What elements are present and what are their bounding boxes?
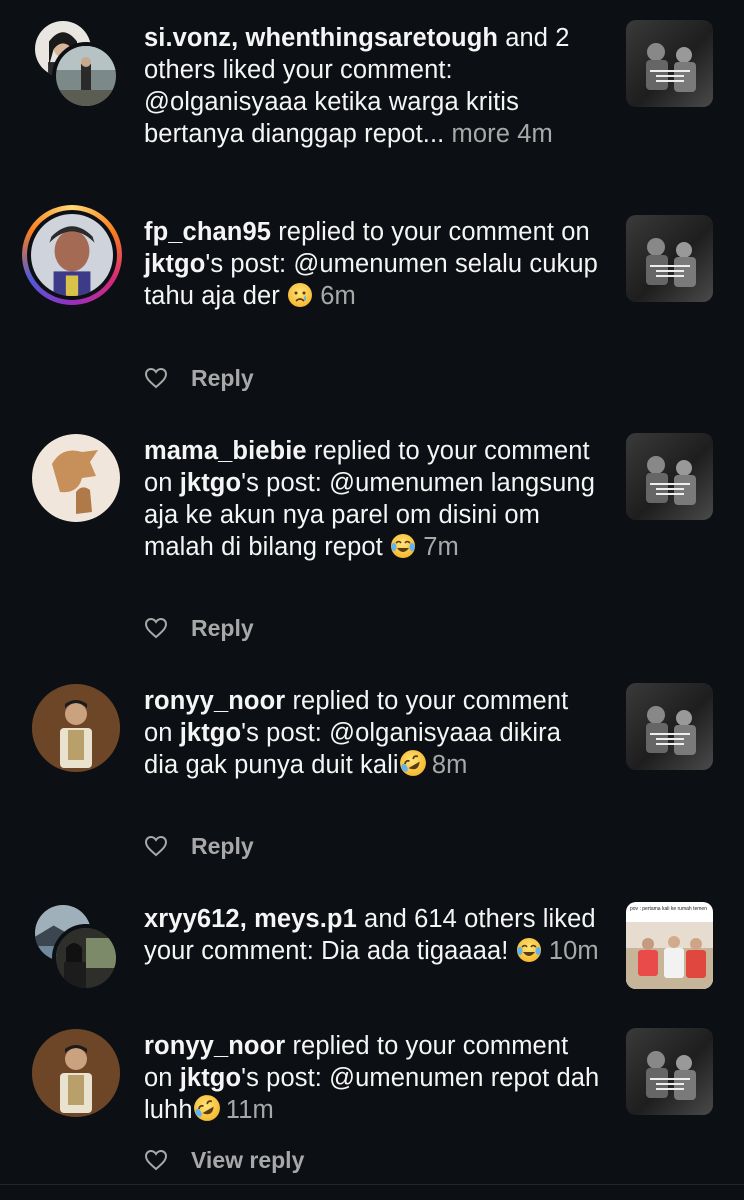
avatar-photo-icon <box>56 46 116 106</box>
rolling-laughing-emoji <box>399 749 426 776</box>
avatar-story-ring[interactable] <box>22 205 122 305</box>
reply-row: Reply <box>144 362 254 394</box>
post-thumbnail[interactable]: pov : pertama kali ke rumah temen <box>626 902 713 989</box>
heart-icon[interactable] <box>144 834 168 858</box>
post-image-icon <box>626 1028 713 1115</box>
timestamp: 11m <box>218 1096 274 1124</box>
crying-face-emoji <box>287 282 313 308</box>
timestamp: 4m <box>510 120 553 148</box>
username[interactable]: xryy612, meys.p1 <box>144 905 357 933</box>
post-thumbnail[interactable] <box>626 215 713 302</box>
avatar-photo-icon <box>31 214 113 296</box>
reply-button[interactable]: Reply <box>191 833 254 860</box>
reply-row: Reply <box>144 612 254 644</box>
avatar[interactable] <box>32 684 120 772</box>
avatar[interactable] <box>52 924 120 992</box>
post-owner-username[interactable]: jktgo <box>180 1064 241 1092</box>
avatar-ring-inner <box>27 210 117 300</box>
avatar-photo-icon <box>56 928 116 988</box>
notification-body: replied to your comment on <box>271 218 590 246</box>
post-image-icon <box>626 215 713 302</box>
avatar <box>31 214 113 296</box>
notification-text: mama_biebie replied to your comment on j… <box>144 435 602 563</box>
post-thumbnail[interactable] <box>626 683 713 770</box>
avatar-photo-icon <box>32 684 120 772</box>
post-thumbnail[interactable] <box>626 20 713 107</box>
post-image-icon <box>626 683 713 770</box>
username[interactable]: ronyy_noor <box>144 1032 285 1060</box>
username[interactable]: ronyy_noor <box>144 687 285 715</box>
post-image-icon <box>626 433 713 520</box>
heart-icon[interactable] <box>144 616 168 640</box>
timestamp: 8m <box>424 751 468 779</box>
username[interactable]: fp_chan95 <box>144 218 271 246</box>
avatar[interactable] <box>32 434 120 522</box>
post-image-icon <box>626 20 713 107</box>
reply-row: Reply <box>144 830 254 862</box>
post-thumbnail[interactable] <box>626 433 713 520</box>
heart-icon[interactable] <box>144 1148 168 1172</box>
post-owner-username[interactable]: jktgo <box>180 719 241 747</box>
post-thumbnail[interactable] <box>626 1028 713 1115</box>
heart-icon[interactable] <box>144 366 168 390</box>
thumbnail-caption: pov : pertama kali ke rumah temen <box>630 906 707 912</box>
avatar[interactable] <box>52 42 120 110</box>
post-owner-username[interactable]: jktgo <box>144 250 205 278</box>
reply-row: View reply <box>144 1144 304 1176</box>
notification-text: fp_chan95 replied to your comment on jkt… <box>144 216 602 312</box>
notification-text: xryy612, meys.p1 and 614 others liked yo… <box>144 903 602 967</box>
username[interactable]: si.vonz, whenthingsaretough <box>144 24 498 52</box>
timestamp: 6m <box>313 282 356 310</box>
tears-of-joy-emoji <box>390 533 416 559</box>
tears-of-joy-emoji <box>516 937 542 963</box>
notification-text: si.vonz, whenthingsaretough and 2 others… <box>144 22 602 150</box>
post-owner-username[interactable]: jktgo <box>180 469 241 497</box>
reply-button[interactable]: Reply <box>191 615 254 642</box>
rolling-laughing-emoji <box>193 1094 220 1121</box>
comment-text: 's post: @umenumen selalu cukup tahu aja… <box>144 250 598 310</box>
avatar-photo-icon <box>32 1029 120 1117</box>
more-link[interactable]: more <box>444 120 510 148</box>
timestamp: 10m <box>541 937 599 965</box>
notification-text: ronyy_noor replied to your comment on jk… <box>144 685 602 781</box>
divider <box>0 1184 744 1185</box>
timestamp: 7m <box>416 533 459 561</box>
notification-text: ronyy_noor replied to your comment on jk… <box>144 1030 602 1126</box>
post-image-icon <box>626 922 713 989</box>
reply-button[interactable]: Reply <box>191 365 254 392</box>
avatar[interactable] <box>32 1029 120 1117</box>
view-reply-button[interactable]: View reply <box>191 1147 304 1174</box>
avatar-photo-icon <box>32 434 120 522</box>
username[interactable]: mama_biebie <box>144 437 307 465</box>
